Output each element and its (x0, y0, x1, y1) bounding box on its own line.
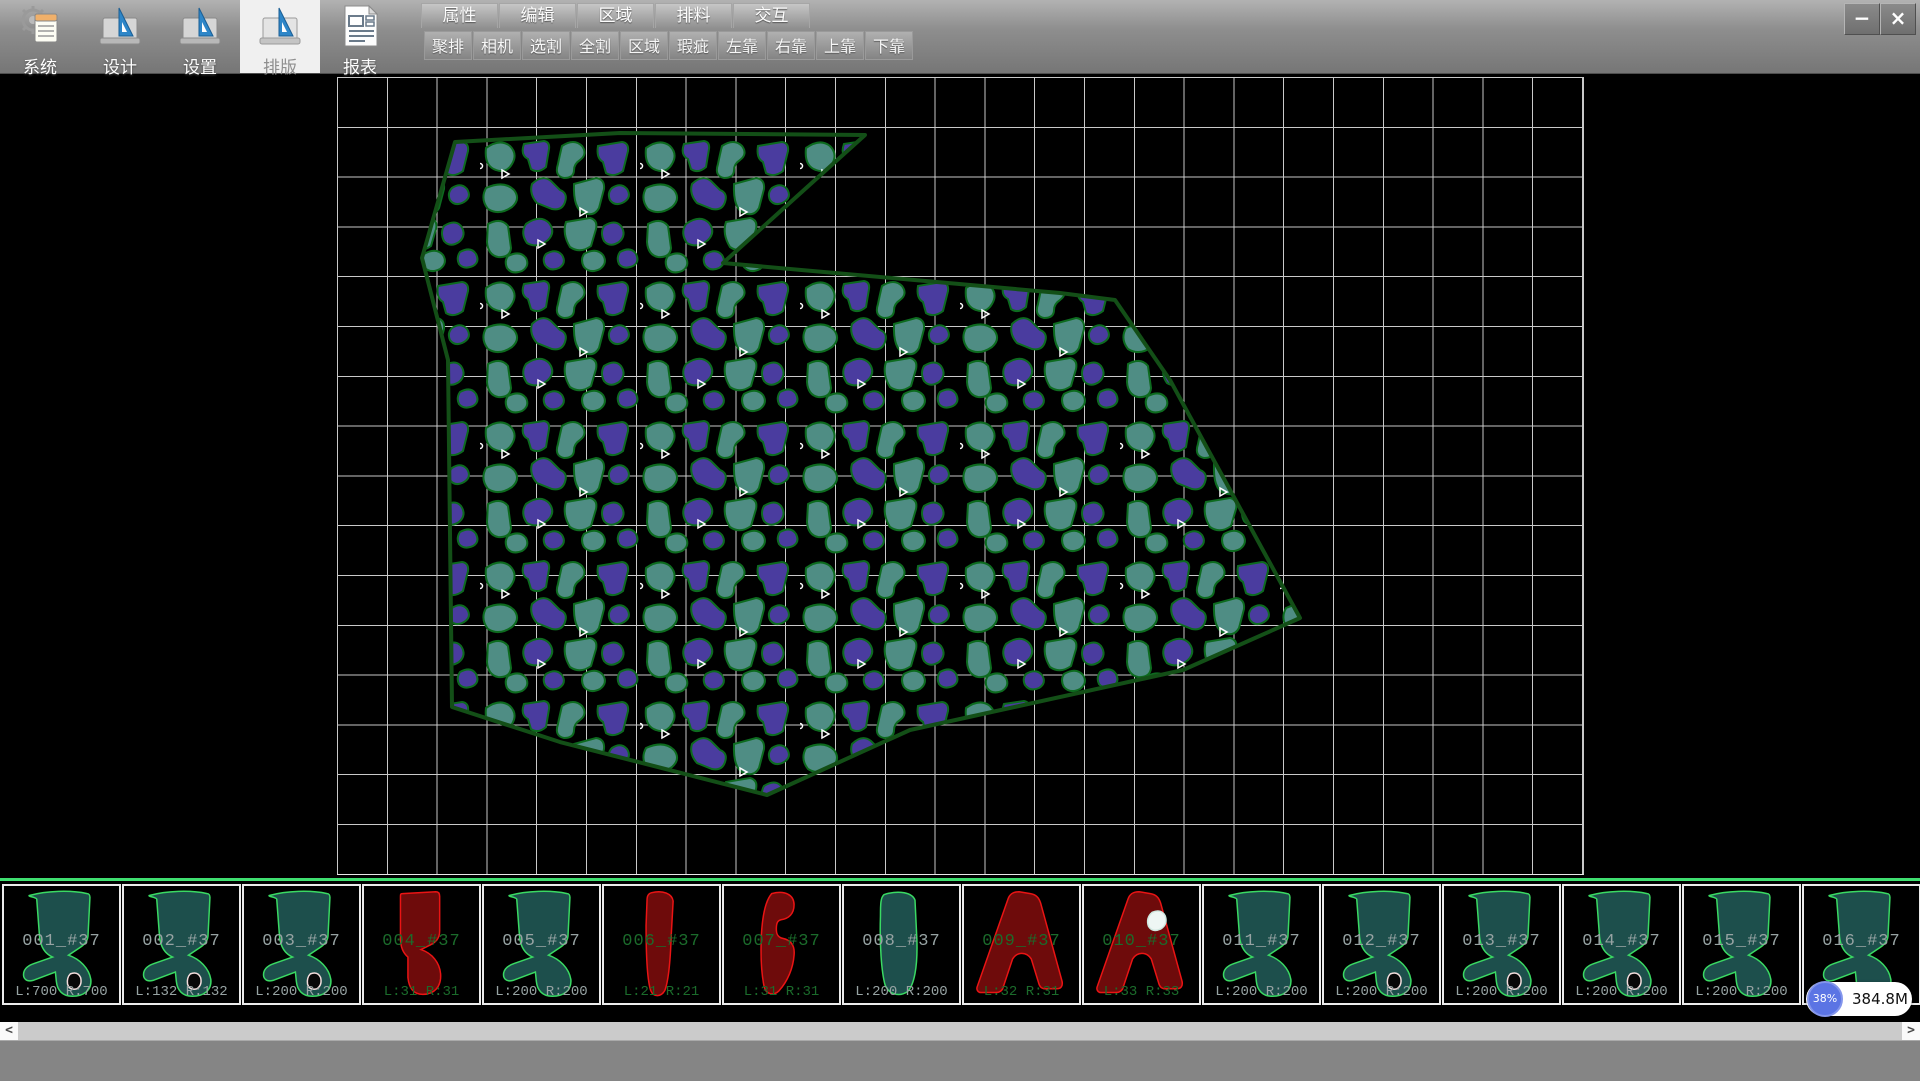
piece-thumbnail[interactable]: 008_#37 L:200 R:200 (842, 884, 961, 1005)
piece-thumbnail-list: 001_#37 L:700 R:700 002_#37 L:132 R:132 … (0, 884, 1920, 1005)
piece-lr-count: L:200 R:200 (484, 984, 599, 1000)
strip-top-line (0, 878, 1920, 881)
piece-lr-count: L:200 R:200 (1684, 984, 1799, 1000)
piece-lr-count: L:33 R:33 (1084, 984, 1199, 1000)
pieces-strip: 001_#37 L:700 R:700 002_#37 L:132 R:132 … (0, 878, 1920, 1010)
piece-label: 015_#37 (1684, 932, 1799, 951)
tool-align-left-button[interactable]: 左靠 (718, 31, 766, 60)
piece-label: 007_#37 (724, 932, 839, 951)
scroll-right-button[interactable]: > (1902, 1022, 1920, 1040)
close-button[interactable]: × (1880, 3, 1916, 35)
settings-ruler-icon (177, 0, 223, 52)
piece-label: 008_#37 (844, 932, 959, 951)
canvas-grid (337, 77, 1584, 875)
tool-region-button[interactable]: 区域 (620, 31, 668, 60)
app-tab-label: 设计 (103, 53, 137, 78)
piece-label: 013_#37 (1444, 932, 1559, 951)
piece-lr-count: L:200 R:200 (1204, 984, 1319, 1000)
tool-cluster-nest-button[interactable]: 聚排 (424, 31, 472, 60)
scroll-left-button[interactable]: < (0, 1022, 18, 1040)
piece-label: 002_#37 (124, 932, 239, 951)
report-document-icon (337, 0, 383, 52)
piece-thumbnail[interactable]: 009_#37 L:32 R:31 (962, 884, 1081, 1005)
app-tab-label: 报表 (343, 53, 377, 78)
menu-tab-properties[interactable]: 属性 (421, 3, 498, 28)
piece-lr-count: L:200 R:200 (1324, 984, 1439, 1000)
app-tab-label: 设置 (183, 53, 217, 78)
piece-lr-count: L:700 R:700 (4, 984, 119, 1000)
piece-lr-count: L:200 R:200 (844, 984, 959, 1000)
toolbar: 系统 设计 设置 (0, 0, 1920, 74)
piece-thumbnail[interactable]: 010_#37 L:33 R:33 (1082, 884, 1201, 1005)
tool-buttons: 聚排 相机 选割 全割 区域 瑕疵 左靠 右靠 上靠 下靠 (424, 31, 914, 61)
design-ruler-icon (97, 0, 143, 52)
piece-label: 001_#37 (4, 932, 119, 951)
menu-tab-edit[interactable]: 编辑 (499, 3, 576, 28)
memory-badge: 38% 384.8M (1806, 982, 1912, 1016)
piece-lr-count: L:32 R:31 (964, 984, 1079, 1000)
app-tab-label: 排版 (263, 53, 297, 78)
piece-thumbnail[interactable]: 013_#37 L:200 R:200 (1442, 884, 1561, 1005)
menu-tabs: 属性 编辑 区域 排料 交互 (421, 3, 811, 29)
piece-thumbnail[interactable]: 015_#37 L:200 R:200 (1682, 884, 1801, 1005)
piece-label: 006_#37 (604, 932, 719, 951)
memory-size-text: 384.8M (1852, 982, 1908, 1016)
app-tab-settings[interactable]: 设置 (160, 0, 240, 73)
menu-tab-nest[interactable]: 排料 (655, 3, 732, 28)
piece-lr-count: L:200 R:200 (1444, 984, 1559, 1000)
piece-label: 014_#37 (1564, 932, 1679, 951)
piece-lr-count: L:132 R:132 (124, 984, 239, 1000)
piece-label: 004_#37 (364, 932, 479, 951)
piece-lr-count: L:200 R:200 (1564, 984, 1679, 1000)
piece-thumbnail[interactable]: 011_#37 L:200 R:200 (1202, 884, 1321, 1005)
app-tab-system[interactable]: 系统 (0, 0, 80, 73)
piece-label: 009_#37 (964, 932, 1079, 951)
app-tab-nesting[interactable]: 排版 (240, 0, 320, 73)
piece-label: 012_#37 (1324, 932, 1439, 951)
tool-cut-all-button[interactable]: 全割 (571, 31, 619, 60)
piece-label: 010_#37 (1084, 932, 1199, 951)
piece-lr-count: L:31 R:31 (724, 984, 839, 1000)
piece-thumbnail[interactable]: 007_#37 L:31 R:31 (722, 884, 841, 1005)
piece-label: 005_#37 (484, 932, 599, 951)
piece-thumbnail[interactable]: 014_#37 L:200 R:200 (1562, 884, 1681, 1005)
minimize-button[interactable]: − (1844, 3, 1880, 35)
tool-defect-button[interactable]: 瑕疵 (669, 31, 717, 60)
app-tab-report[interactable]: 报表 (320, 0, 400, 73)
piece-label: 016_#37 (1804, 932, 1919, 951)
progress-circle: 38% (1807, 981, 1843, 1017)
app-tab-design[interactable]: 设计 (80, 0, 160, 73)
piece-label: 003_#37 (244, 932, 359, 951)
piece-lr-count: L:21 R:21 (604, 984, 719, 1000)
horizontal-scrollbar[interactable]: < > (0, 1022, 1920, 1040)
tool-camera-button[interactable]: 相机 (473, 31, 521, 60)
menu-tab-interact[interactable]: 交互 (733, 3, 810, 28)
piece-label: 011_#37 (1204, 932, 1319, 951)
app-tab-label: 系统 (23, 53, 57, 78)
tool-align-bottom-button[interactable]: 下靠 (865, 31, 913, 60)
piece-thumbnail[interactable]: 004_#37 L:31 R:31 (362, 884, 481, 1005)
piece-thumbnail[interactable]: 006_#37 L:21 R:21 (602, 884, 721, 1005)
piece-thumbnail[interactable]: 005_#37 L:200 R:200 (482, 884, 601, 1005)
tool-select-cut-button[interactable]: 选割 (522, 31, 570, 60)
piece-thumbnail[interactable]: 001_#37 L:700 R:700 (2, 884, 121, 1005)
piece-lr-count: L:200 R:200 (244, 984, 359, 1000)
nesting-ruler-icon (257, 0, 303, 52)
piece-thumbnail[interactable]: 003_#37 L:200 R:200 (242, 884, 361, 1005)
piece-thumbnail[interactable]: 012_#37 L:200 R:200 (1322, 884, 1441, 1005)
piece-thumbnail[interactable]: 002_#37 L:132 R:132 (122, 884, 241, 1005)
piece-lr-count: L:31 R:31 (364, 984, 479, 1000)
tool-align-top-button[interactable]: 上靠 (816, 31, 864, 60)
system-gear-icon (17, 0, 63, 52)
tool-align-right-button[interactable]: 右靠 (767, 31, 815, 60)
menu-tab-region[interactable]: 区域 (577, 3, 654, 28)
status-bar (0, 1040, 1920, 1081)
